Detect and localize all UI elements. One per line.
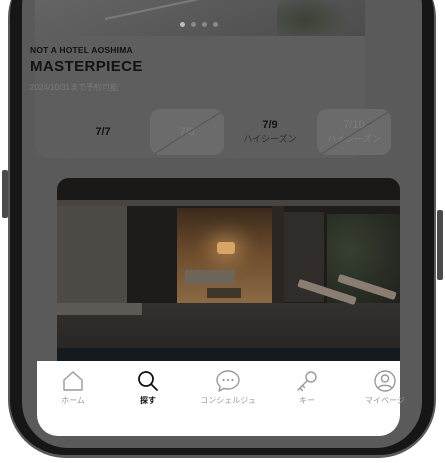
carousel-dot	[191, 22, 196, 27]
carousel-dot	[202, 22, 207, 27]
tab-label: 探す	[140, 396, 156, 405]
tab-search[interactable]: 探す	[112, 361, 184, 415]
tab-label: キー	[299, 396, 315, 405]
listing-photo-2[interactable]	[57, 178, 400, 368]
user-icon	[373, 368, 397, 394]
lamp	[217, 242, 235, 254]
chat-bubble-icon	[215, 368, 241, 394]
listing-photo[interactable]	[35, 0, 365, 36]
search-icon	[136, 368, 160, 394]
carousel-dot	[213, 22, 218, 27]
carousel-dot	[180, 22, 185, 27]
table	[207, 288, 241, 298]
date-chip-7-7[interactable]: 7/7	[66, 109, 140, 155]
phone-side-button	[2, 170, 8, 218]
date-value: 7/8	[179, 126, 195, 138]
pillar	[272, 206, 284, 303]
tab-label: コンシェルジュ	[200, 396, 256, 405]
home-indicator-area	[37, 415, 400, 436]
room-title: MASTERPIECE	[30, 58, 143, 75]
home-icon	[61, 368, 85, 394]
tab-home[interactable]: ホーム	[37, 361, 109, 415]
tab-concierge[interactable]: コンシェルジュ	[192, 361, 264, 415]
date-chip-7-10: 7/10 ハイシーズン	[317, 109, 391, 155]
tab-label: ホーム	[61, 396, 85, 405]
season-label: ハイシーズン	[243, 134, 297, 144]
bench	[57, 303, 142, 315]
tab-bar: ホーム 探す コンシェルジュ キー マイページ	[37, 361, 405, 415]
key-icon	[294, 368, 320, 394]
tab-key[interactable]: キー	[271, 361, 343, 415]
date-value: 7/10	[343, 119, 365, 131]
hotel-name: NOT A HOTEL AOSHIMA	[30, 45, 133, 55]
date-chip-7-9[interactable]: 7/9 ハイシーズン	[233, 109, 307, 155]
season-label: ハイシーズン	[327, 134, 381, 144]
date-value: 7/7	[95, 126, 111, 138]
sofa	[185, 270, 235, 284]
date-chip-7-8: 7/8	[150, 109, 224, 155]
phone-side-button	[437, 210, 443, 280]
lit-living-room	[177, 208, 272, 303]
carousel-indicator	[180, 22, 218, 27]
tab-label: マイページ	[365, 396, 405, 405]
availability-note: 2024/10/31まで予約可能	[30, 83, 119, 92]
ceiling	[57, 178, 400, 200]
date-value: 7/9	[262, 119, 278, 131]
tab-mypage[interactable]: マイページ	[349, 361, 421, 415]
plant-shape	[277, 0, 347, 36]
